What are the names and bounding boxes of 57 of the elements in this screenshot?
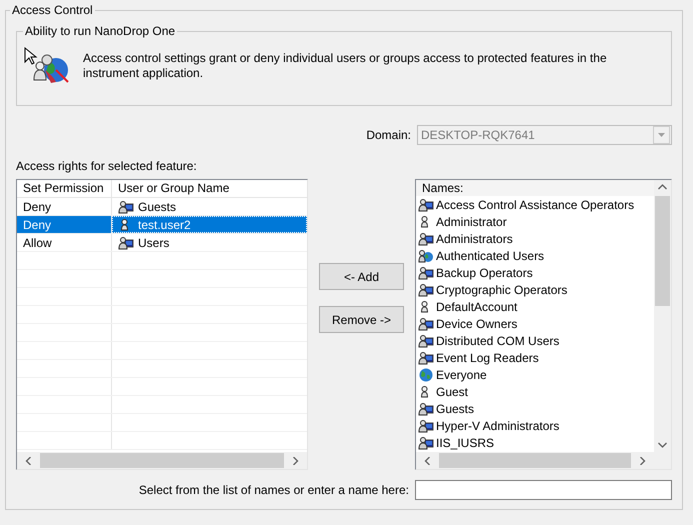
scroll-down-icon[interactable] [656,442,669,448]
user-icon [421,300,428,312]
list-item[interactable]: DefaultAccount [416,298,654,315]
group-icon [118,200,134,214]
horizontal-scrollbar[interactable] [416,452,671,469]
list-item[interactable]: Everyone [416,366,654,383]
scroll-up-icon[interactable] [656,184,669,190]
list-item[interactable]: Authenticated Users [416,247,654,264]
entry-label: Select from the list of names or enter a name here: [138,483,409,497]
group-globe-icon [418,248,434,262]
group-icon [418,282,434,296]
domain-label: Domain: [366,128,411,142]
feature-description: Access control settings grant or deny individual users or groups access to protected features in the instrument application. [83,51,608,81]
list-item[interactable]: Access Control Assistance Operators [416,196,654,213]
group-icon [418,350,434,364]
globe-icon [418,368,434,382]
group-icon [418,334,434,348]
horizontal-scrollbar[interactable] [17,452,307,469]
remove-button[interactable]: Remove -> [319,306,404,333]
list-item[interactable]: Administrator [416,213,654,230]
table-cell[interactable]: Deny [17,216,112,233]
table-cell[interactable]: Users [112,234,307,251]
table-cell[interactable]: test.user2 [112,216,307,233]
list-item[interactable]: Distributed COM Users [416,332,654,349]
group-icon [418,198,434,212]
group-icon [418,266,434,280]
group-icon [418,316,434,330]
group-icon [418,436,434,450]
group-title: Access Control [10,3,95,17]
vertical-scrollbar[interactable] [654,180,671,452]
add-button[interactable]: <- Add [319,263,404,290]
list-item[interactable]: IIS_IUSRS [416,434,654,451]
group-icon [418,402,434,416]
name-input-field[interactable] [415,480,672,500]
table-cell[interactable]: Guests [112,198,307,215]
list-header: Names: [416,180,654,196]
list-item[interactable]: Administrators [416,230,654,247]
list-item[interactable]: Backup Operators [416,264,654,281]
user-icon [421,386,428,398]
list-item[interactable]: Device Owners [416,315,654,332]
group-icon [418,232,434,246]
table-cell[interactable]: Deny [17,198,112,215]
rights-label: Access rights for selected feature: [16,159,198,173]
user-icon [421,216,428,228]
column-header[interactable]: Set Permission [17,180,112,197]
column-header[interactable]: User or Group Name [112,180,307,197]
group-icon [418,418,434,432]
list-item[interactable]: Event Log Readers [416,349,654,366]
list-item[interactable]: Hyper-V Administrators [416,417,654,434]
table-cell[interactable]: Allow [17,234,112,251]
list-item[interactable]: Guest [416,383,654,400]
group-icon [118,236,134,250]
users-globe-icon [23,46,71,86]
list-item[interactable]: Cryptographic Operators [416,281,654,298]
list-item[interactable]: Guests [416,400,654,417]
user-icon [121,218,128,230]
feature-title: Ability to run NanoDrop One [23,24,178,38]
